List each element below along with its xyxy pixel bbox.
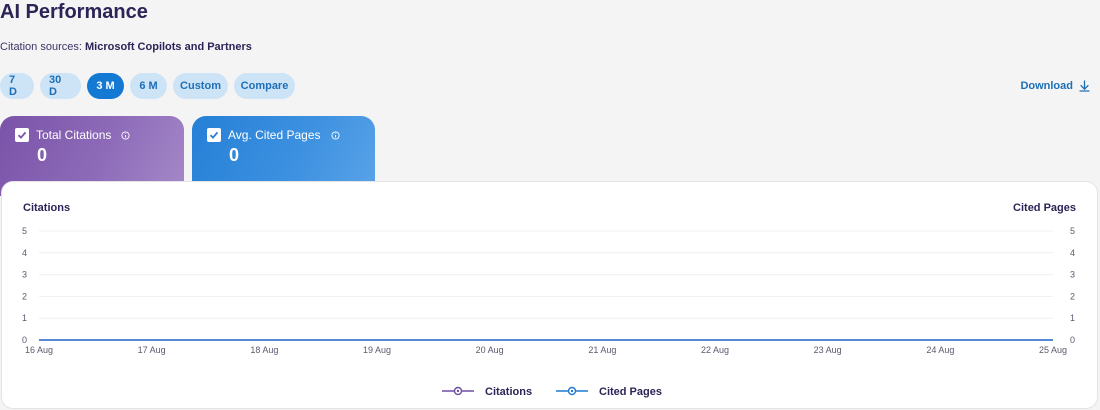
y-axis-title-right: Cited Pages: [1013, 202, 1076, 214]
y-tick-left: 4: [22, 248, 27, 258]
checkmark-icon: [17, 131, 27, 139]
legend-marker-dot-1: [570, 389, 574, 393]
range-30d-button[interactable]: 30 D: [40, 73, 81, 99]
info-icon[interactable]: [121, 130, 130, 140]
y-tick-left: 5: [22, 226, 27, 236]
checkmark-icon: [209, 131, 219, 139]
y-tick-left: 3: [22, 270, 27, 280]
range-custom-button[interactable]: Custom: [173, 73, 228, 99]
y-tick-left: 1: [22, 313, 27, 323]
x-tick-label: 24 Aug: [926, 345, 954, 355]
download-label: Download: [1020, 80, 1073, 92]
x-tick-label: 17 Aug: [138, 345, 166, 355]
range-6m-button[interactable]: 6 M: [130, 73, 167, 99]
avg-cited-pages-label: Avg. Cited Pages: [228, 128, 321, 142]
y-axis-title-left: Citations: [23, 202, 70, 214]
page-title: AI Performance: [0, 1, 148, 23]
x-tick-label: 16 Aug: [25, 345, 53, 355]
total-citations-label: Total Citations: [36, 128, 112, 142]
y-tick-left: 0: [22, 335, 27, 345]
y-tick-right: 2: [1070, 291, 1075, 301]
x-tick-label: 21 Aug: [588, 345, 616, 355]
legend-label-0: Citations: [485, 386, 532, 398]
avg-cited-pages-checkbox[interactable]: [207, 128, 221, 142]
range-3m-button[interactable]: 3 M: [87, 73, 124, 99]
y-tick-right: 0: [1070, 335, 1075, 345]
legend-marker-dot-0: [456, 389, 460, 393]
citation-sources: Citation sources: Microsoft Copilots and…: [0, 41, 252, 53]
date-range-selector: 7 D 30 D 3 M 6 M Custom Compare: [0, 73, 295, 99]
avg-cited-pages-value: 0: [229, 145, 240, 165]
x-tick-label: 18 Aug: [250, 345, 278, 355]
legend-label-1: Cited Pages: [599, 386, 662, 398]
range-7d-button[interactable]: 7 D: [0, 73, 34, 99]
y-tick-right: 5: [1070, 226, 1075, 236]
y-tick-left: 2: [22, 291, 27, 301]
range-compare-button[interactable]: Compare: [234, 73, 295, 99]
y-tick-right: 4: [1070, 248, 1075, 258]
total-citations-value: 0: [37, 145, 48, 165]
x-tick-label: 23 Aug: [814, 345, 842, 355]
download-button[interactable]: Download: [1020, 80, 1090, 92]
x-tick-label: 22 Aug: [701, 345, 729, 355]
download-icon: [1079, 80, 1090, 92]
x-tick-label: 19 Aug: [363, 345, 391, 355]
citation-sources-label: Citation sources:: [0, 41, 82, 53]
info-icon[interactable]: [330, 130, 340, 140]
x-tick-label: 20 Aug: [476, 345, 504, 355]
citation-sources-value: Microsoft Copilots and Partners: [85, 41, 252, 53]
y-tick-right: 3: [1070, 270, 1075, 280]
y-tick-right: 1: [1070, 313, 1075, 323]
line-chart: Citations Cited Pages 0 0 1 1 2 2 3 3 4 4 5 5 16 Aug 17…: [22, 202, 1076, 398]
x-tick-label: 25 Aug: [1039, 345, 1067, 355]
chart-panel: Citations Cited Pages 0 0 1 1 2 2 3 3 4 4 5 5 16 Aug 17…: [1, 181, 1098, 409]
total-citations-checkbox[interactable]: [15, 128, 29, 142]
